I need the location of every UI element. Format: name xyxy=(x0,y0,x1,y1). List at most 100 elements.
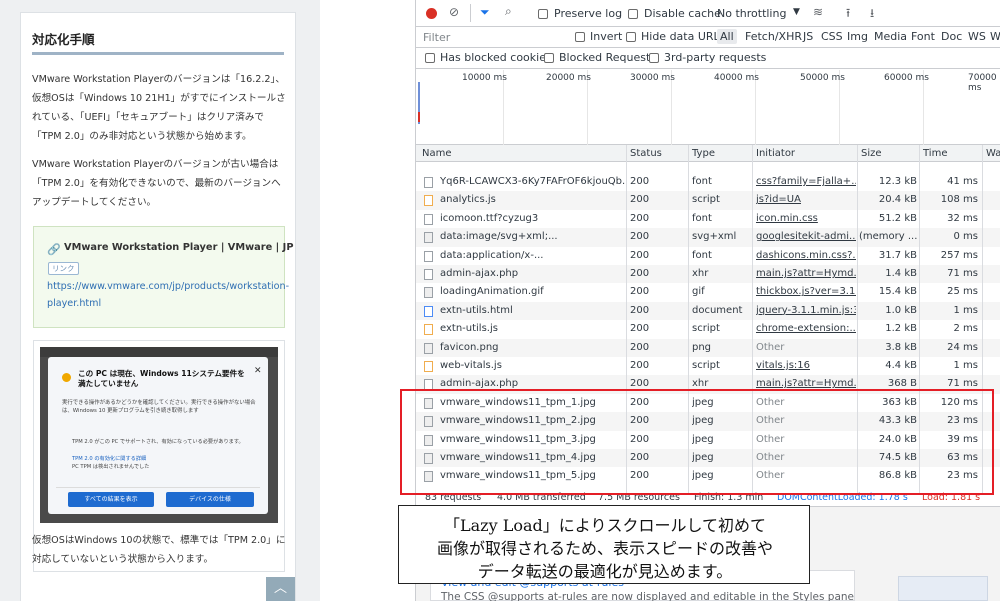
table-row[interactable]: icomoon.ttf?cyzug3 200 font icon.min.css 51.… xyxy=(416,210,1000,228)
third-party-label: 3rd-party requests xyxy=(664,51,767,64)
request-status: 200 xyxy=(630,231,650,243)
request-name: icomoon.ttf?cyzug3 xyxy=(440,212,539,224)
type-filter-all[interactable]: All xyxy=(717,29,737,44)
request-initiator[interactable]: thickbox.js?ver=3.1... xyxy=(756,286,856,297)
export-har-icon[interactable]: ⭳ xyxy=(870,4,874,25)
file-icon xyxy=(424,213,433,225)
column-initiator[interactable]: Initiator xyxy=(756,148,795,159)
filter-icon[interactable]: ⏷ xyxy=(480,5,490,20)
request-name: analytics.js xyxy=(440,194,496,206)
request-initiator[interactable]: googlesitekit-admi... xyxy=(756,231,856,242)
request-size: 31.7 kB xyxy=(878,249,917,261)
warning-icon xyxy=(62,373,71,382)
disable-cache-label: Disable cache xyxy=(644,7,721,20)
network-conditions-icon[interactable]: ≋ xyxy=(813,5,823,19)
filter-input[interactable]: Filter xyxy=(423,31,450,44)
request-type: document xyxy=(692,304,743,316)
search-icon[interactable]: ⌕ xyxy=(505,4,512,19)
type-filter-css[interactable]: CSS xyxy=(821,30,843,43)
type-filter-js[interactable]: JS xyxy=(803,30,813,43)
request-name: admin-ajax.php xyxy=(440,268,519,279)
timeline-tick: 30000 ms xyxy=(630,73,675,83)
request-type: xhr xyxy=(692,268,709,279)
request-name: extn-utils.html xyxy=(440,304,513,316)
file-icon xyxy=(424,250,433,262)
request-time: 24 ms xyxy=(947,341,978,353)
clear-icon[interactable]: ⊘ xyxy=(449,5,459,19)
column-status[interactable]: Status xyxy=(630,148,662,159)
disable-cache-checkbox[interactable] xyxy=(628,9,638,19)
link-badge: リンク xyxy=(48,262,79,275)
request-initiator[interactable]: dashicons.min.css?... xyxy=(756,250,856,261)
type-filter-ws[interactable]: WS xyxy=(968,30,986,43)
type-filter-fetch-xhr[interactable]: Fetch/XHR xyxy=(745,30,802,43)
request-initiator[interactable]: icon.min.css xyxy=(756,213,856,224)
request-time: 0 ms xyxy=(953,231,979,243)
image-icon xyxy=(424,287,433,299)
blocked-requests-checkbox[interactable] xyxy=(544,53,554,63)
table-row[interactable]: analytics.js 200 script js?id=UA 20.4 kB 108 … xyxy=(416,191,1000,210)
hide-data-urls-checkbox[interactable] xyxy=(626,32,636,42)
scroll-to-top-button[interactable]: ︿ xyxy=(266,577,295,601)
screenshot-top-bar xyxy=(40,347,278,357)
preserve-log-checkbox[interactable] xyxy=(538,9,548,19)
chevron-down-icon[interactable]: ▼ xyxy=(793,7,800,17)
request-time: 41 ms xyxy=(947,176,978,187)
request-size: 51.2 kB xyxy=(878,212,917,224)
import-har-icon[interactable]: ⭱ xyxy=(846,4,850,25)
request-initiator[interactable]: jquery-3.1.1.min.js:3 xyxy=(756,305,856,316)
table-row[interactable]: web-vitals.js 200 script vitals.js:16 4.4 kB… xyxy=(416,357,1000,375)
column-name[interactable]: Name xyxy=(422,148,452,159)
type-filter-wasm[interactable]: Wa xyxy=(990,30,1000,43)
request-initiator[interactable]: main.js?attr=Hymd... xyxy=(756,378,856,389)
link-card-url[interactable]: https://www.vmware.com/jp/products/works… xyxy=(47,278,289,312)
show-all-results-button: すべての結果を表示 xyxy=(68,492,154,507)
request-initiator[interactable]: chrome-extension:... xyxy=(756,323,856,334)
table-row[interactable]: loadingAnimation.gif 200 gif thickbox.js?ve… xyxy=(416,283,1000,301)
link-card-title[interactable]: VMware Workstation Player | VMware | JP xyxy=(64,242,294,253)
section-heading: 対応化手順 xyxy=(32,32,95,47)
record-icon[interactable] xyxy=(426,8,437,19)
table-row[interactable]: admin-ajax.php 200 xhr main.js?attr=Hymd...… xyxy=(416,265,1000,284)
request-initiator[interactable]: main.js?attr=Hymd... xyxy=(756,268,856,279)
third-party-checkbox[interactable] xyxy=(649,53,659,63)
link-icon: 🔗 xyxy=(47,243,61,256)
invert-checkbox[interactable] xyxy=(575,32,585,42)
request-type: font xyxy=(692,249,712,261)
request-initiator[interactable]: css?family=Fjalla+... xyxy=(756,176,856,187)
request-status: 200 xyxy=(630,378,650,390)
table-row[interactable]: Yq6R-LCAWCX3-6Ky7FAFrOF6kjouQb... 200 font… xyxy=(416,173,1000,191)
type-filter-img[interactable]: Img xyxy=(847,30,868,43)
table-row[interactable]: data:image/svg+xml;... 200 svg+xml googlesi… xyxy=(416,228,1000,247)
request-initiator: Other xyxy=(756,341,785,353)
paragraph-version-note: VMware Workstation Playerのバージョンが古い場合は「TP… xyxy=(32,159,281,208)
file-icon xyxy=(424,269,433,280)
annotation-callout: 「Lazy Load」によりスクロールして初めて 画像が取得されるため、表示スピ… xyxy=(398,505,810,584)
device-specs-button: デバイスの仕様 xyxy=(166,492,254,507)
request-name: loadingAnimation.gif xyxy=(440,286,544,298)
request-initiator[interactable]: js?id=UA xyxy=(756,194,856,205)
type-filter-doc[interactable]: Doc xyxy=(941,30,962,43)
request-status: 200 xyxy=(630,212,650,224)
close-icon: ✕ xyxy=(254,366,262,376)
request-name: Yq6R-LCAWCX3-6Ky7FAFrOF6kjouQb... xyxy=(440,176,626,187)
request-name: admin-ajax.php xyxy=(440,378,519,390)
request-initiator[interactable]: vitals.js:16 xyxy=(756,360,856,371)
table-row[interactable]: extn-utils.html 200 document jquery-3.1.1.m… xyxy=(416,301,1000,321)
request-status: 200 xyxy=(630,341,650,353)
column-waterfall[interactable]: Wa xyxy=(986,148,1000,159)
request-status: 200 xyxy=(630,286,650,298)
throttling-select[interactable]: No throttling xyxy=(717,7,786,20)
column-time[interactable]: Time xyxy=(923,148,947,159)
type-filter-media[interactable]: Media xyxy=(874,30,907,43)
blocked-cookies-checkbox[interactable] xyxy=(425,53,435,63)
heading-underline xyxy=(32,52,284,55)
column-type[interactable]: Type xyxy=(692,148,715,159)
table-row[interactable]: favicon.png 200 png Other 3.8 kB 24 ms xyxy=(416,338,1000,357)
column-size[interactable]: Size xyxy=(861,148,882,159)
request-type: png xyxy=(692,341,712,353)
table-row[interactable]: data:application/x-... 200 font dashicons.m… xyxy=(416,247,1000,265)
type-filter-font[interactable]: Font xyxy=(911,30,935,43)
script-icon xyxy=(424,361,433,372)
table-row[interactable]: extn-utils.js 200 script chrome-extension:.… xyxy=(416,320,1000,338)
